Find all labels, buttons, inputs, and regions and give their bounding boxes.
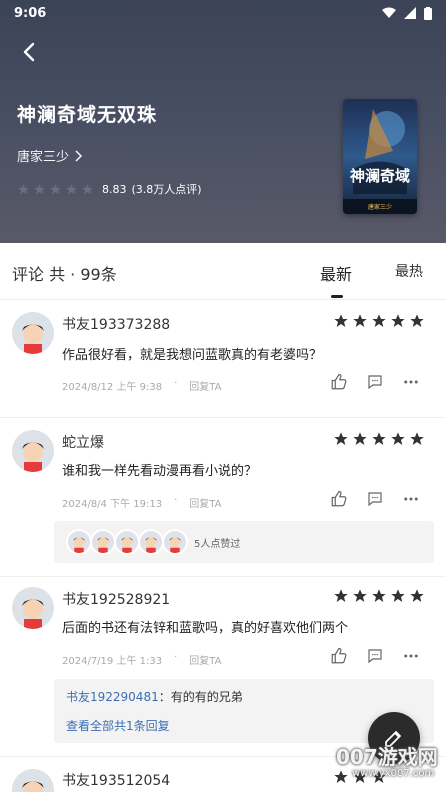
comments-header: 评论 共 · 99条 最新 最热 [0, 243, 446, 300]
author-name: 唐家三少 [17, 150, 70, 165]
star-icon [66, 183, 77, 194]
comment-actions [330, 647, 420, 665]
meta-separator: · [174, 652, 178, 663]
star-icon [334, 432, 348, 445]
tab-latest[interactable]: 最新 [320, 261, 352, 285]
comments-count-title: 评论 共 · 99条 [12, 265, 117, 284]
avatar[interactable] [12, 587, 54, 629]
star-icon [391, 314, 405, 327]
comment-meta: 2024/8/4 下午 19:13 · 回复TA [62, 495, 221, 510]
meta-separator: · [174, 495, 178, 506]
avatar[interactable] [12, 430, 54, 472]
tab-active-indicator [331, 295, 343, 298]
star-icon [372, 432, 386, 445]
likes-summary[interactable]: 5人点赞过 [54, 521, 434, 563]
cover-author: 唐家三少 [368, 203, 392, 211]
star-icon [372, 314, 386, 327]
cover-title: 神澜奇域 [350, 167, 410, 185]
comment-bubble-icon[interactable] [366, 490, 384, 508]
comment-bubble-icon[interactable] [366, 373, 384, 391]
thumbs-up-icon[interactable] [330, 490, 348, 508]
site-watermark: 007游戏网 www.yx007.com [336, 746, 446, 792]
comment-meta: 2024/8/12 上午 9:38 · 回复TA [62, 378, 221, 393]
thumbs-up-icon[interactable] [330, 647, 348, 665]
tab-hot[interactable]: 最热 [395, 261, 423, 281]
comment-text: 作品很好看，就是我想问蓝歌真的有老婆吗？ [62, 348, 323, 363]
star-icon [410, 314, 424, 327]
meta-separator: · [174, 378, 178, 389]
avatar[interactable] [12, 312, 54, 354]
liker-avatar [90, 529, 116, 555]
comment-author[interactable]: 书友192528921 [62, 589, 170, 609]
liker-avatar [162, 529, 188, 555]
wifi-icon [382, 7, 396, 18]
star-icon [82, 183, 93, 194]
star-icon [334, 589, 348, 602]
book-title: 神澜奇域无双珠 [17, 104, 158, 126]
star-icon [391, 432, 405, 445]
signal-icon [404, 7, 416, 19]
book-score: 8.83 [102, 182, 127, 196]
book-rating: 8.83 (3.8万人点评) [17, 181, 202, 197]
comment-stars [333, 313, 425, 329]
back-arrow-icon[interactable] [18, 40, 42, 64]
status-bar: 9:06 [0, 0, 446, 26]
thumbs-up-icon[interactable] [330, 373, 348, 391]
comment-item: 书友193373288 作品很好看，就是我想问蓝歌真的有老婆吗？ 2024/8/… [0, 300, 446, 417]
book-cover-art: 神澜奇域 唐家三少 [343, 99, 417, 214]
star-icon [391, 589, 405, 602]
liker-avatar [114, 529, 140, 555]
comment-stars [333, 431, 425, 447]
comment-stars [333, 588, 425, 604]
sub-reply-text: ：有的有的兄弟 [158, 690, 243, 704]
rating-count: (3.8万人点评) [131, 183, 202, 196]
star-icon [34, 183, 45, 194]
watermark-url: www.yx007.com [352, 768, 435, 779]
star-icon [410, 589, 424, 602]
comments-sheet: 评论 共 · 99条 最新 最热 书友193373288 作品很好看，就是我想问… [0, 243, 446, 792]
comment-item: 蛇立爆 谁和我一样先看动漫再看小说的？ 2024/8/4 下午 19:13 · … [0, 418, 446, 578]
comment-text: 谁和我一样先看动漫再看小说的？ [62, 464, 258, 479]
liker-avatar [66, 529, 92, 555]
likes-count-text: 5人点赞过 [194, 538, 241, 550]
more-icon[interactable] [402, 647, 420, 665]
book-rating-stars [17, 183, 94, 196]
star-icon [334, 314, 348, 327]
comment-author[interactable]: 书友193373288 [62, 314, 170, 334]
star-icon [50, 183, 61, 194]
star-icon [353, 432, 367, 445]
star-icon [372, 589, 386, 602]
star-icon [353, 589, 367, 602]
star-icon [18, 183, 29, 194]
sub-reply: 书友192290481：有的有的兄弟 [66, 688, 422, 705]
star-icon [353, 314, 367, 327]
reply-link[interactable]: 回复TA [189, 652, 221, 667]
comment-date: 2024/7/19 上午 1:33 [62, 656, 163, 667]
book-cover[interactable]: 神澜奇域 唐家三少 [343, 99, 417, 214]
chevron-right-icon [75, 149, 83, 162]
comment-text: 后面的书还有法锌和蓝歌吗，真的好喜欢他们两个 [62, 621, 349, 636]
more-icon[interactable] [402, 373, 420, 391]
comment-actions [330, 373, 420, 391]
battery-icon [424, 6, 432, 20]
comment-bubble-icon[interactable] [366, 647, 384, 665]
author-link[interactable]: 唐家三少 [17, 146, 83, 165]
status-time: 9:06 [14, 5, 47, 21]
comment-author[interactable]: 书友193512054 [62, 770, 170, 790]
comment-actions [330, 490, 420, 508]
book-header: 9:06 神澜奇域无双珠 唐家三少 8.83 (3.8万人点评) 神澜奇域 唐家… [0, 0, 446, 243]
comment-meta: 2024/7/19 上午 1:33 · 回复TA [62, 652, 221, 667]
avatar[interactable] [12, 769, 54, 792]
comment-author[interactable]: 蛇立爆 [62, 432, 104, 452]
star-icon [410, 432, 424, 445]
sub-reply-user[interactable]: 书友192290481 [66, 690, 159, 704]
comment-date: 2024/8/4 下午 19:13 [62, 499, 163, 510]
reply-link[interactable]: 回复TA [189, 495, 221, 510]
more-icon[interactable] [402, 490, 420, 508]
watermark-title: 007游戏网 [336, 745, 438, 769]
liker-avatar [138, 529, 164, 555]
comment-date: 2024/8/12 上午 9:38 [62, 382, 163, 393]
reply-link[interactable]: 回复TA [189, 378, 221, 393]
